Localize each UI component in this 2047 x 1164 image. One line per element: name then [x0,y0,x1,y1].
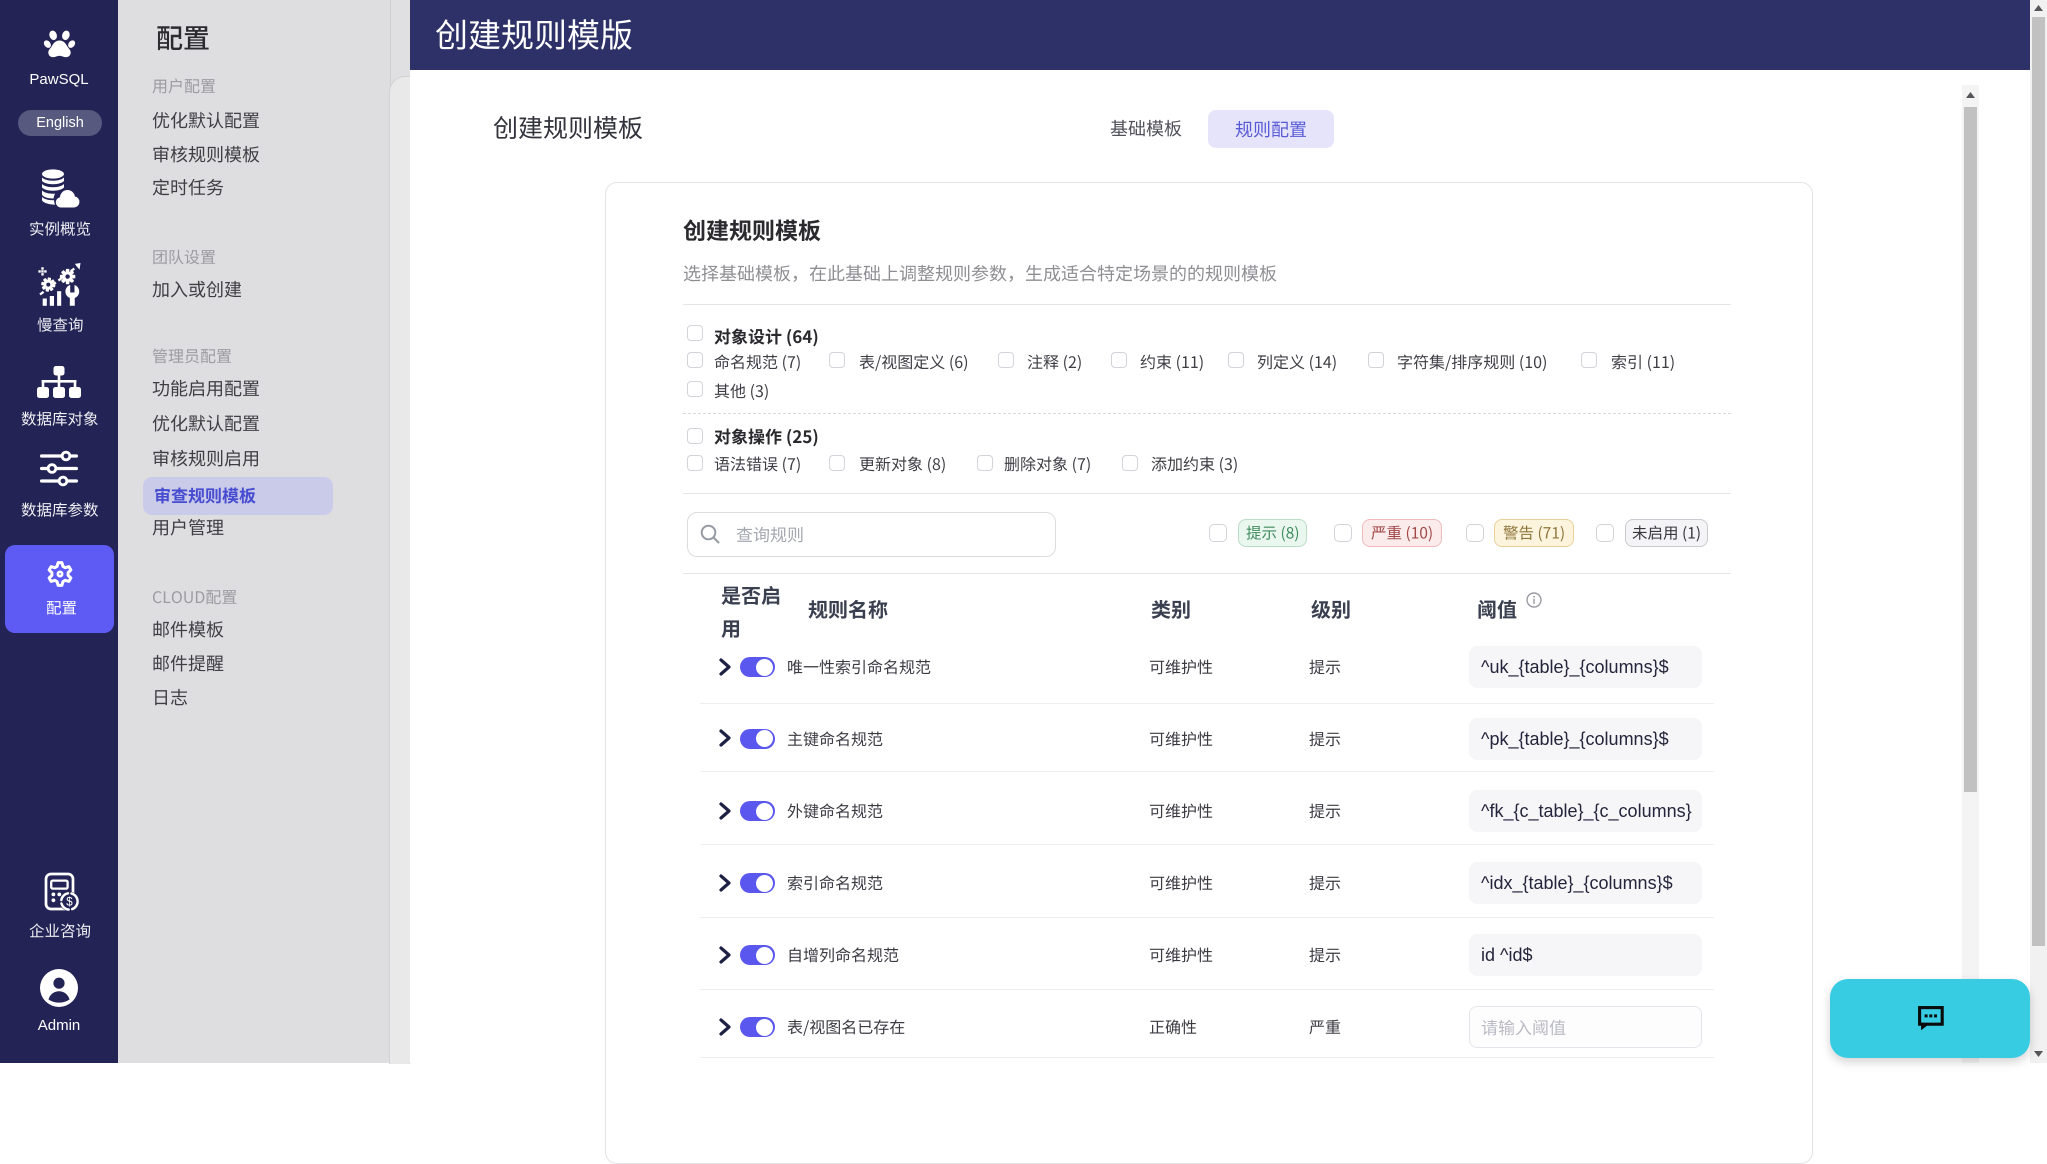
svg-text:$: $ [66,896,73,908]
